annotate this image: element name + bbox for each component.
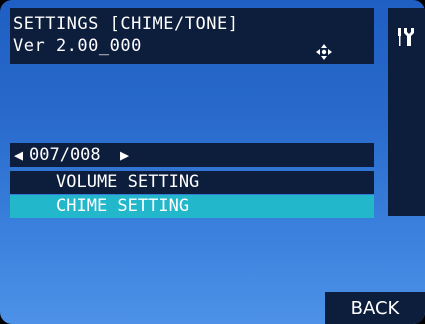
back-button[interactable]: BACK bbox=[325, 292, 425, 324]
version-label: Ver 2.00_000 bbox=[13, 36, 142, 56]
header-bar: SETTINGS [CHIME/TONE] Ver 2.00_000 bbox=[10, 8, 374, 64]
menu-item-label: CHIME SETTING bbox=[56, 196, 190, 216]
back-button-label: BACK bbox=[350, 298, 400, 319]
menu-item-volume-setting[interactable]: VOLUME SETTING bbox=[10, 171, 374, 194]
menu-item-label: VOLUME SETTING bbox=[56, 172, 200, 192]
settings-screen: SETTINGS [CHIME/TONE] Ver 2.00_000 ◀ 007… bbox=[0, 0, 425, 324]
menu-item-chime-setting[interactable]: CHIME SETTING bbox=[10, 195, 374, 218]
sidebar-panel bbox=[388, 8, 425, 216]
page-title: SETTINGS [CHIME/TONE] bbox=[13, 14, 239, 34]
page-prev-arrow-icon[interactable]: ◀ bbox=[14, 146, 23, 164]
page-counter: 007/008 bbox=[29, 145, 101, 165]
page-indicator: ◀ 007/008 ▶ bbox=[10, 143, 374, 167]
tools-icon[interactable] bbox=[395, 26, 417, 48]
move-arrows-icon bbox=[316, 44, 332, 60]
page-next-arrow-icon[interactable]: ▶ bbox=[120, 146, 129, 164]
